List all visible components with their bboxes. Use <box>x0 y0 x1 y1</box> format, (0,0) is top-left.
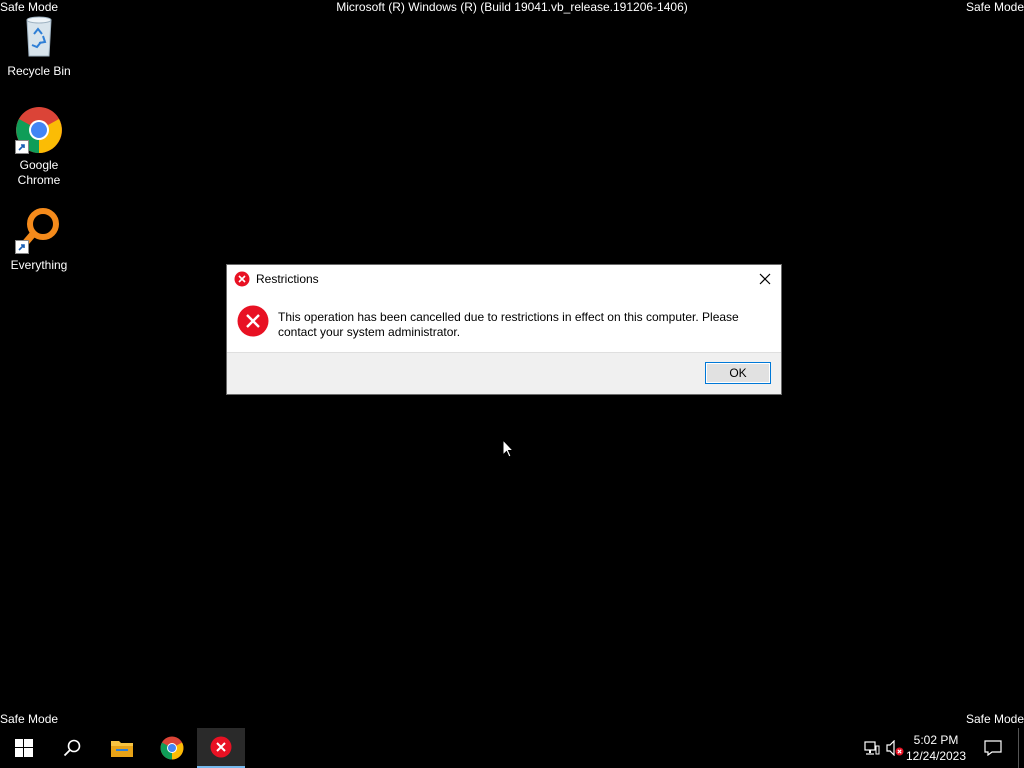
system-tray: 5:02 PM 12/24/2023 <box>824 728 1024 768</box>
close-icon <box>759 273 771 285</box>
action-center-icon[interactable] <box>984 740 1002 761</box>
network-icon[interactable] <box>864 740 880 761</box>
windows-build-label: Microsoft (R) Windows (R) (Build 19041.v… <box>336 0 688 14</box>
taskbar: 5:02 PM 12/24/2023 <box>0 728 1024 768</box>
desktop-icon-recycle-bin[interactable]: Recycle Bin <box>1 12 77 79</box>
safe-mode-label-bottom-left: Safe Mode <box>0 712 59 726</box>
close-button[interactable] <box>755 270 775 288</box>
error-icon <box>237 305 269 342</box>
shortcut-arrow-icon <box>15 240 29 254</box>
recycle-bin-icon <box>15 12 63 60</box>
desktop-icon-label: Google Chrome <box>17 158 61 187</box>
taskbar-clock[interactable]: 5:02 PM 12/24/2023 <box>904 732 968 764</box>
windows-start-icon <box>15 739 33 757</box>
taskbar-search-button[interactable] <box>48 728 96 768</box>
chrome-icon <box>15 106 63 154</box>
desktop-icon-everything[interactable]: Everything <box>1 206 77 273</box>
taskbar-chrome[interactable] <box>148 728 196 768</box>
everything-search-icon <box>15 206 63 254</box>
ok-button[interactable]: OK <box>705 362 771 384</box>
dialog-message: This operation has been cancelled due to… <box>278 310 739 339</box>
start-button[interactable] <box>0 728 48 768</box>
safe-mode-label-bottom-right: Safe Mode <box>965 712 1024 726</box>
dialog-title: Restrictions <box>256 272 319 286</box>
dialog-footer: OK <box>227 352 781 394</box>
chrome-icon <box>160 736 184 760</box>
mouse-cursor-icon <box>502 438 515 464</box>
error-icon <box>210 736 232 758</box>
clock-time: 5:02 PM <box>913 733 959 747</box>
volume-muted-icon[interactable] <box>886 739 904 761</box>
desktop-icon-label: Recycle Bin <box>7 64 71 78</box>
show-desktop-button[interactable] <box>1018 728 1024 768</box>
taskbar-restrictions-dialog[interactable] <box>197 728 245 768</box>
desktop-icon-label: Everything <box>10 258 68 272</box>
shortcut-arrow-icon <box>15 140 29 154</box>
desktop-icon-chrome[interactable]: Google Chrome <box>1 106 77 188</box>
file-explorer-icon <box>111 741 133 757</box>
clock-date: 12/24/2023 <box>905 749 967 763</box>
error-icon <box>234 271 250 292</box>
search-icon <box>63 739 81 757</box>
restrictions-dialog: Restrictions This operation has been can… <box>226 264 782 395</box>
taskbar-file-explorer[interactable] <box>98 728 146 768</box>
